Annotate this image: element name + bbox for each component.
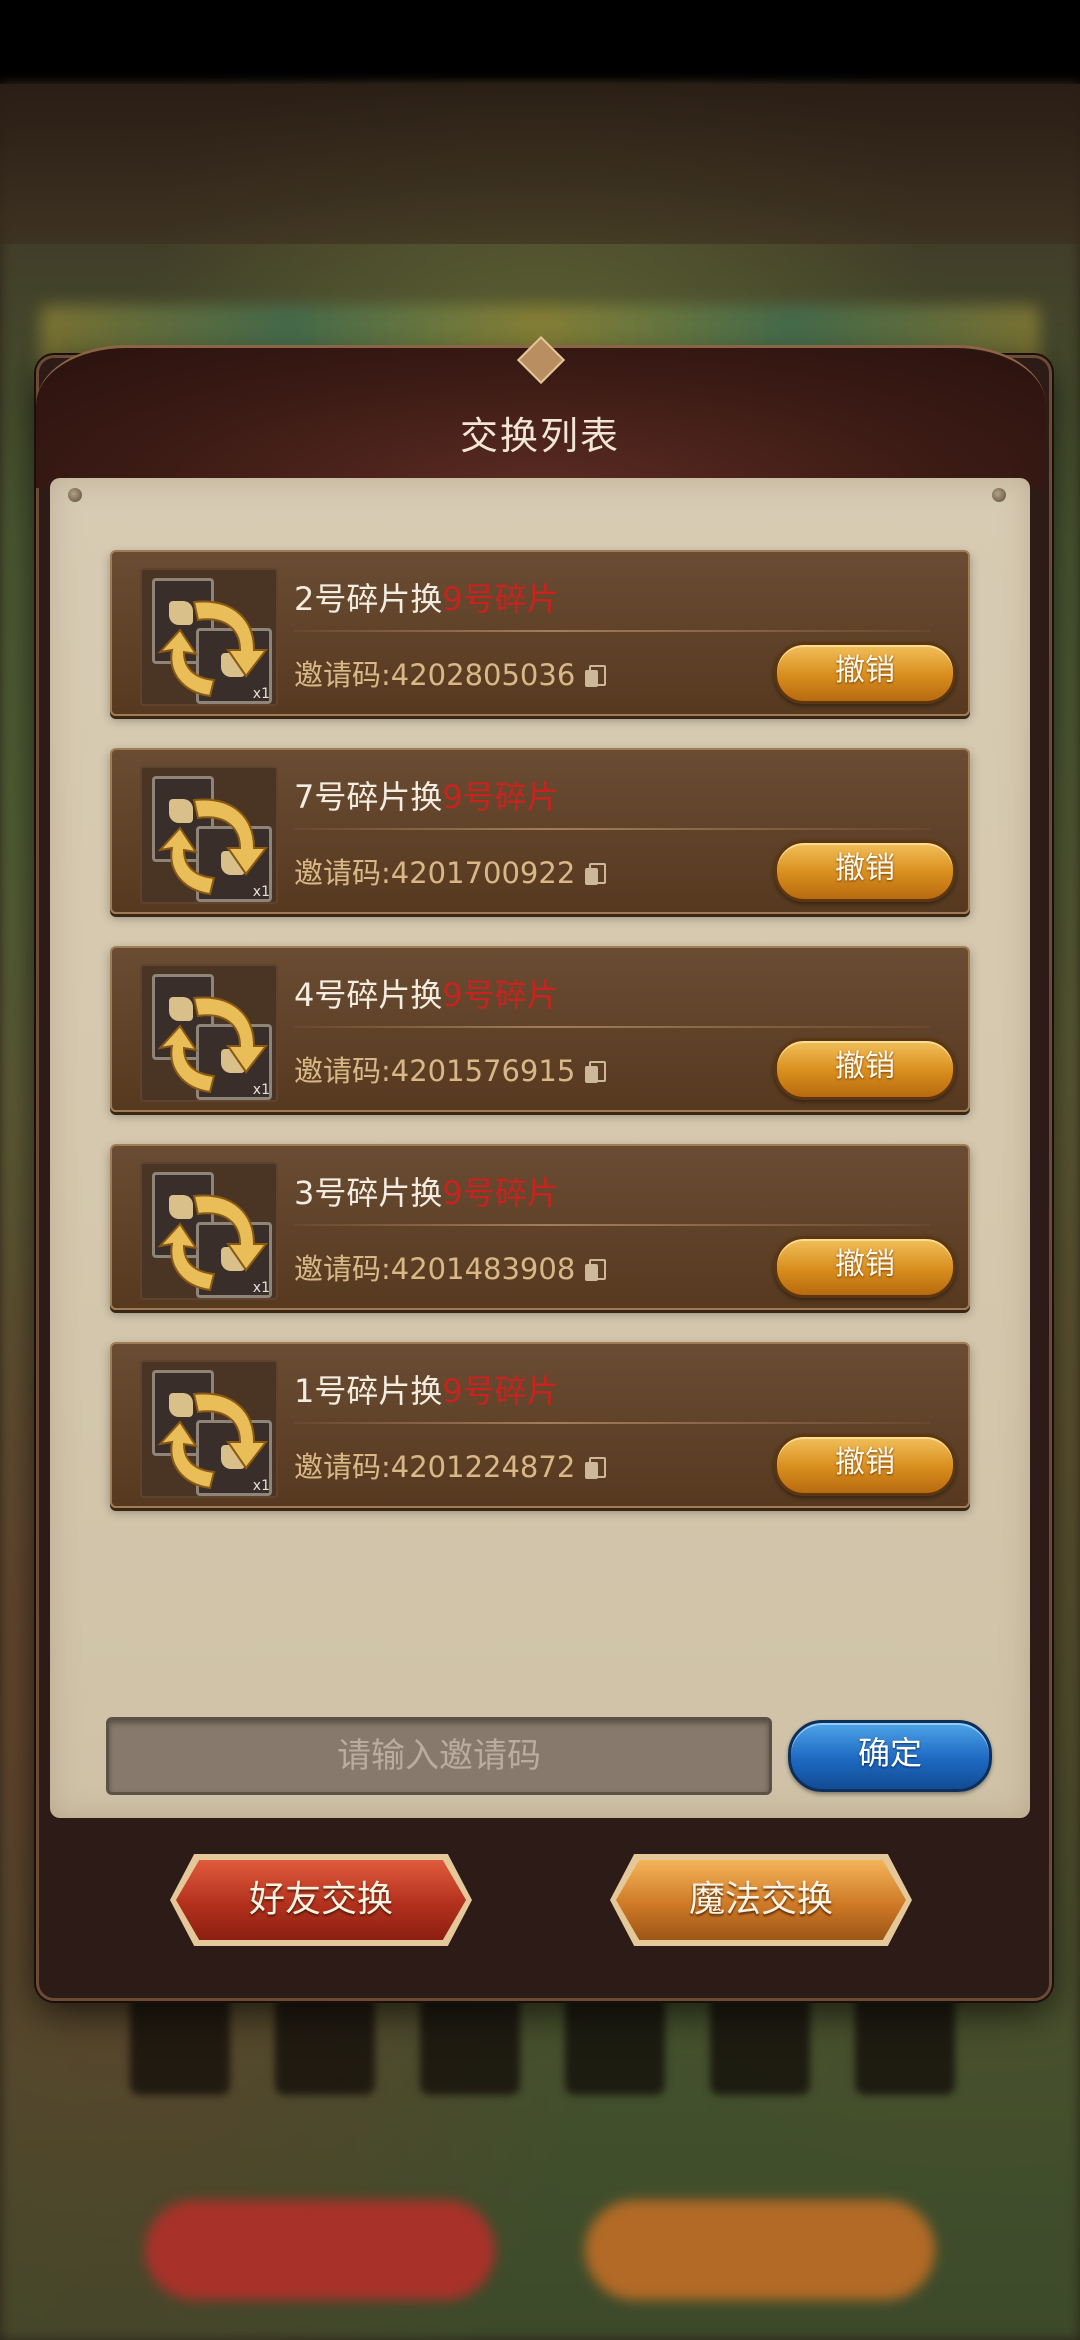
background-slot [710, 1995, 810, 2095]
divider [294, 1224, 930, 1226]
exchange-card: x1 3号碎片换9号碎片 邀请码:4201483908 撤销 [110, 1144, 970, 1310]
divider [294, 630, 930, 632]
exchange-card: x1 1号碎片换9号碎片 邀请码:4201224872 撤销 [110, 1342, 970, 1508]
quantity-label: x1 [252, 1280, 270, 1296]
quantity-label: x1 [252, 1082, 270, 1098]
quantity-label: x1 [252, 1478, 270, 1494]
exchange-card: x1 7号碎片换9号碎片 邀请码:4201700922 撤销 [110, 748, 970, 914]
background-slot [130, 1995, 230, 2095]
invite-code-row: 邀请码:4201483908 [294, 1246, 607, 1288]
cancel-button[interactable]: 撤销 [774, 1236, 956, 1298]
invite-code-row: 邀请码:4201576915 [294, 1048, 607, 1090]
copy-icon[interactable] [585, 665, 607, 687]
fragment-thumbnail: x1 [140, 1360, 278, 1498]
requested-fragment: 9号碎片 [442, 580, 559, 618]
quantity-label: x1 [252, 686, 270, 702]
fragment-thumbnail: x1 [140, 568, 278, 706]
background-slot [855, 1995, 955, 2095]
cancel-button[interactable]: 撤销 [774, 1038, 956, 1100]
requested-fragment: 9号碎片 [442, 778, 559, 816]
invite-code-value: 4201224872 [390, 1450, 576, 1484]
invite-code-value: 4202805036 [390, 658, 576, 692]
offered-fragment: 4号碎片换 [294, 976, 443, 1014]
invite-code-label: 邀请码: [294, 1252, 391, 1286]
invite-code-row: 邀请码:4202805036 [294, 652, 607, 694]
exchange-arrows-icon [157, 996, 269, 1094]
copy-icon[interactable] [585, 863, 607, 885]
copy-icon[interactable] [585, 1061, 607, 1083]
confirm-button[interactable]: 确定 [788, 1720, 992, 1792]
background-top-bar [0, 84, 1080, 244]
fragment-thumbnail: x1 [140, 766, 278, 904]
background-slot [420, 1995, 520, 2095]
copy-icon[interactable] [585, 1259, 607, 1281]
background-button [585, 2200, 935, 2300]
invite-code-row: 邀请码:4201700922 [294, 850, 607, 892]
cancel-button[interactable]: 撤销 [774, 840, 956, 902]
exchange-title: 1号碎片换9号碎片 [294, 1366, 559, 1412]
status-bar [0, 0, 1080, 84]
tab-friend-exchange[interactable]: 好友交换 [176, 1860, 466, 1940]
background-button [145, 2200, 495, 2300]
requested-fragment: 9号碎片 [442, 1372, 559, 1410]
divider [294, 1422, 930, 1424]
fragment-thumbnail: x1 [140, 1162, 278, 1300]
rivet-ornament [68, 488, 82, 502]
offered-fragment: 7号碎片换 [294, 778, 443, 816]
invite-code-value: 4201576915 [390, 1054, 576, 1088]
divider [294, 828, 930, 830]
invite-code-row: 邀请码:4201224872 [294, 1444, 607, 1486]
offered-fragment: 1号碎片换 [294, 1372, 443, 1410]
invite-code-label: 邀请码: [294, 658, 391, 692]
exchange-card: x1 2号碎片换9号碎片 邀请码:4202805036 撤销 [110, 550, 970, 716]
cancel-button[interactable]: 撤销 [774, 1434, 956, 1496]
cancel-button[interactable]: 撤销 [774, 642, 956, 704]
divider [294, 1026, 930, 1028]
fragment-thumbnail: x1 [140, 964, 278, 1102]
exchange-arrows-icon [157, 1194, 269, 1292]
invite-code-input[interactable] [106, 1717, 772, 1795]
quantity-label: x1 [252, 884, 270, 900]
exchange-arrows-icon [157, 1392, 269, 1490]
rivet-ornament [992, 488, 1006, 502]
exchange-title: 2号碎片换9号碎片 [294, 574, 559, 620]
offered-fragment: 2号碎片换 [294, 580, 443, 618]
requested-fragment: 9号碎片 [442, 1174, 559, 1212]
exchange-arrows-icon [157, 798, 269, 896]
invite-code-value: 4201483908 [390, 1252, 576, 1286]
copy-icon[interactable] [585, 1457, 607, 1479]
background-slot [275, 1995, 375, 2095]
modal-title: 交换列表 [459, 414, 620, 458]
invite-code-label: 邀请码: [294, 856, 391, 890]
tab-magic-exchange[interactable]: 魔法交换 [616, 1860, 906, 1940]
offered-fragment: 3号碎片换 [294, 1174, 443, 1212]
exchange-title: 7号碎片换9号碎片 [294, 772, 559, 818]
requested-fragment: 9号碎片 [442, 976, 559, 1014]
background-slot [565, 1995, 665, 2095]
exchange-card: x1 4号碎片换9号碎片 邀请码:4201576915 撤销 [110, 946, 970, 1112]
exchange-arrows-icon [157, 600, 269, 698]
invite-code-label: 邀请码: [294, 1450, 391, 1484]
exchange-title: 3号碎片换9号碎片 [294, 1168, 559, 1214]
invite-code-value: 4201700922 [390, 856, 576, 890]
exchange-title: 4号碎片换9号碎片 [294, 970, 559, 1016]
invite-code-label: 邀请码: [294, 1054, 391, 1088]
